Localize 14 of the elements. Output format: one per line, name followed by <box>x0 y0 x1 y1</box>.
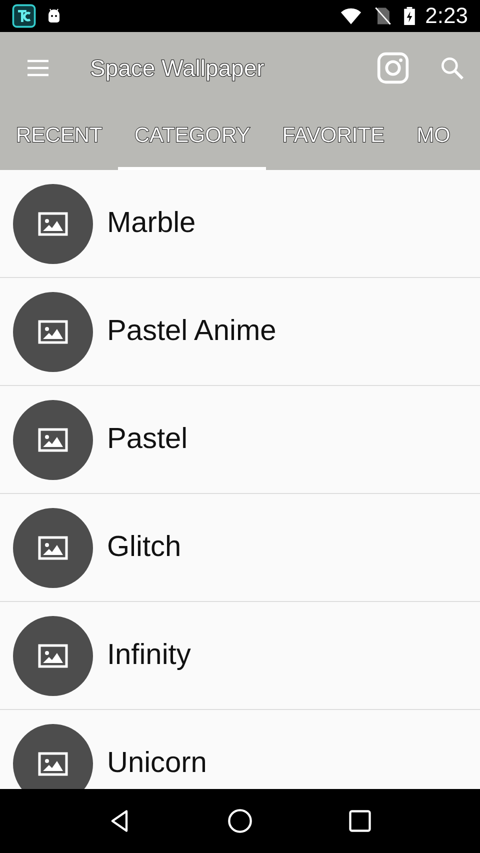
recent-apps-icon[interactable] <box>347 808 373 834</box>
category-name[interactable]: Infinity <box>107 639 191 672</box>
category-name[interactable]: Marble <box>107 207 196 240</box>
category-name[interactable]: Glitch <box>107 531 182 564</box>
app-logo-icon <box>12 4 36 28</box>
category-name[interactable]: Pastel Anime <box>107 315 276 348</box>
category-name[interactable]: Unicorn <box>107 747 207 780</box>
battery-charging-icon <box>404 7 416 25</box>
clock-time: 2:23 <box>425 3 468 29</box>
image-placeholder-icon <box>13 724 93 789</box>
app-title: Space Wallpaper <box>90 54 266 82</box>
category-name[interactable]: Pastel <box>107 423 188 456</box>
android-icon <box>46 8 62 24</box>
home-icon[interactable] <box>227 808 253 834</box>
